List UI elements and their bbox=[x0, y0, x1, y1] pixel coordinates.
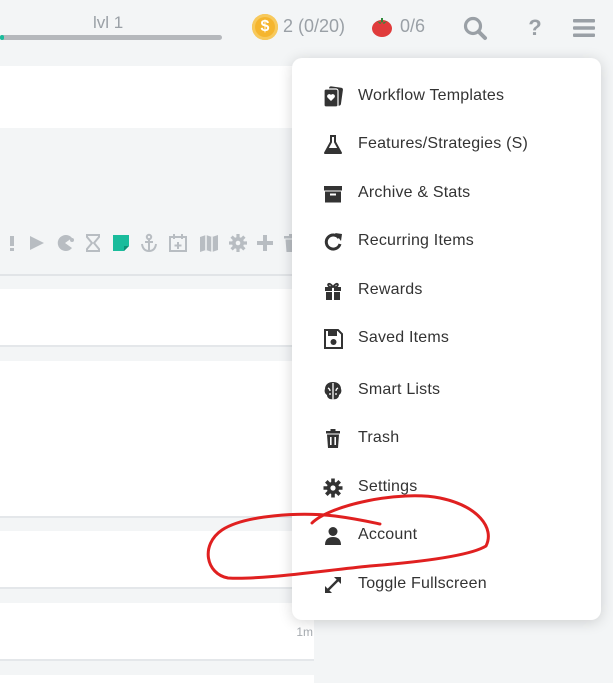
task-input-card[interactable] bbox=[0, 66, 300, 128]
menu-item-toggle-fullscreen[interactable]: Toggle Fullscreen bbox=[292, 563, 601, 607]
menu-item-saved-items[interactable]: Saved Items bbox=[292, 317, 601, 361]
menu-item-label: Saved Items bbox=[358, 329, 450, 346]
play-icon[interactable] bbox=[27, 233, 47, 253]
menu-item-workflow-templates[interactable]: Workflow Templates bbox=[292, 75, 601, 119]
tomato-icon[interactable] bbox=[371, 17, 393, 37]
menu-item-label: Workflow Templates bbox=[358, 87, 505, 104]
menu-item-label: Smart Lists bbox=[358, 381, 441, 398]
list-item[interactable] bbox=[0, 675, 314, 683]
gear-icon[interactable] bbox=[228, 233, 248, 253]
top-bar: lvl 1 $ 2 (0/20) 0/6 ? bbox=[0, 0, 613, 58]
list-item[interactable] bbox=[0, 361, 314, 518]
help-icon[interactable]: ? bbox=[521, 14, 549, 42]
list-item[interactable] bbox=[0, 603, 314, 661]
menu-item-label: Toggle Fullscreen bbox=[358, 575, 487, 592]
menu-item-label: Archive & Stats bbox=[358, 184, 471, 201]
plus-icon[interactable] bbox=[255, 233, 275, 253]
menu-item-recurring-items[interactable]: Recurring Items bbox=[292, 220, 601, 264]
user-icon bbox=[322, 525, 344, 547]
menu-item-settings[interactable]: Settings bbox=[292, 466, 601, 510]
menu-item-label: Account bbox=[358, 526, 418, 543]
coin-count[interactable]: 2 (0/20) bbox=[283, 16, 345, 37]
level-label: lvl 1 bbox=[93, 13, 124, 32]
item-timestamp: 1m bbox=[296, 625, 313, 639]
flask-icon bbox=[322, 134, 344, 156]
level-progress-track bbox=[0, 35, 222, 40]
archive-box-icon bbox=[322, 183, 344, 205]
gear-icon bbox=[322, 477, 344, 499]
expand-icon bbox=[322, 574, 344, 596]
hamburger-icon[interactable] bbox=[570, 14, 598, 42]
menu-item-account[interactable]: Account bbox=[292, 514, 601, 558]
pomodoro-count[interactable]: 0/6 bbox=[400, 16, 425, 37]
save-icon bbox=[322, 328, 344, 350]
map-icon[interactable] bbox=[199, 233, 219, 253]
pacman-icon[interactable] bbox=[55, 233, 75, 253]
priority-icon[interactable] bbox=[4, 233, 24, 253]
hourglass-icon[interactable] bbox=[83, 233, 103, 253]
search-icon[interactable] bbox=[461, 14, 489, 42]
list-item[interactable] bbox=[0, 289, 314, 347]
menu-item-label: Settings bbox=[358, 478, 418, 495]
menu-item-label: Trash bbox=[358, 429, 400, 446]
note-icon[interactable] bbox=[111, 233, 131, 253]
main-menu-dropdown: Workflow Templates Features/Strategies (… bbox=[292, 58, 601, 620]
trash-icon bbox=[322, 428, 344, 450]
brain-icon bbox=[322, 380, 344, 402]
anchor-icon[interactable] bbox=[139, 233, 159, 253]
divider bbox=[0, 274, 314, 276]
menu-item-label: Recurring Items bbox=[358, 232, 474, 249]
calendar-add-icon[interactable] bbox=[168, 233, 188, 253]
menu-item-label: Features/Strategies (S) bbox=[358, 135, 528, 152]
menu-item-archive-stats[interactable]: Archive & Stats bbox=[292, 172, 601, 216]
menu-item-smart-lists[interactable]: Smart Lists bbox=[292, 369, 601, 413]
menu-item-trash[interactable]: Trash bbox=[292, 417, 601, 461]
menu-item-features-strategies[interactable]: Features/Strategies (S) bbox=[292, 123, 601, 167]
menu-item-rewards[interactable]: Rewards bbox=[292, 269, 601, 313]
cards-icon bbox=[322, 86, 344, 108]
menu-item-label: Rewards bbox=[358, 281, 423, 298]
coin-icon[interactable]: $ bbox=[252, 14, 278, 40]
recurring-icon bbox=[322, 231, 344, 253]
gift-icon bbox=[322, 280, 344, 302]
list-item[interactable] bbox=[0, 531, 314, 589]
